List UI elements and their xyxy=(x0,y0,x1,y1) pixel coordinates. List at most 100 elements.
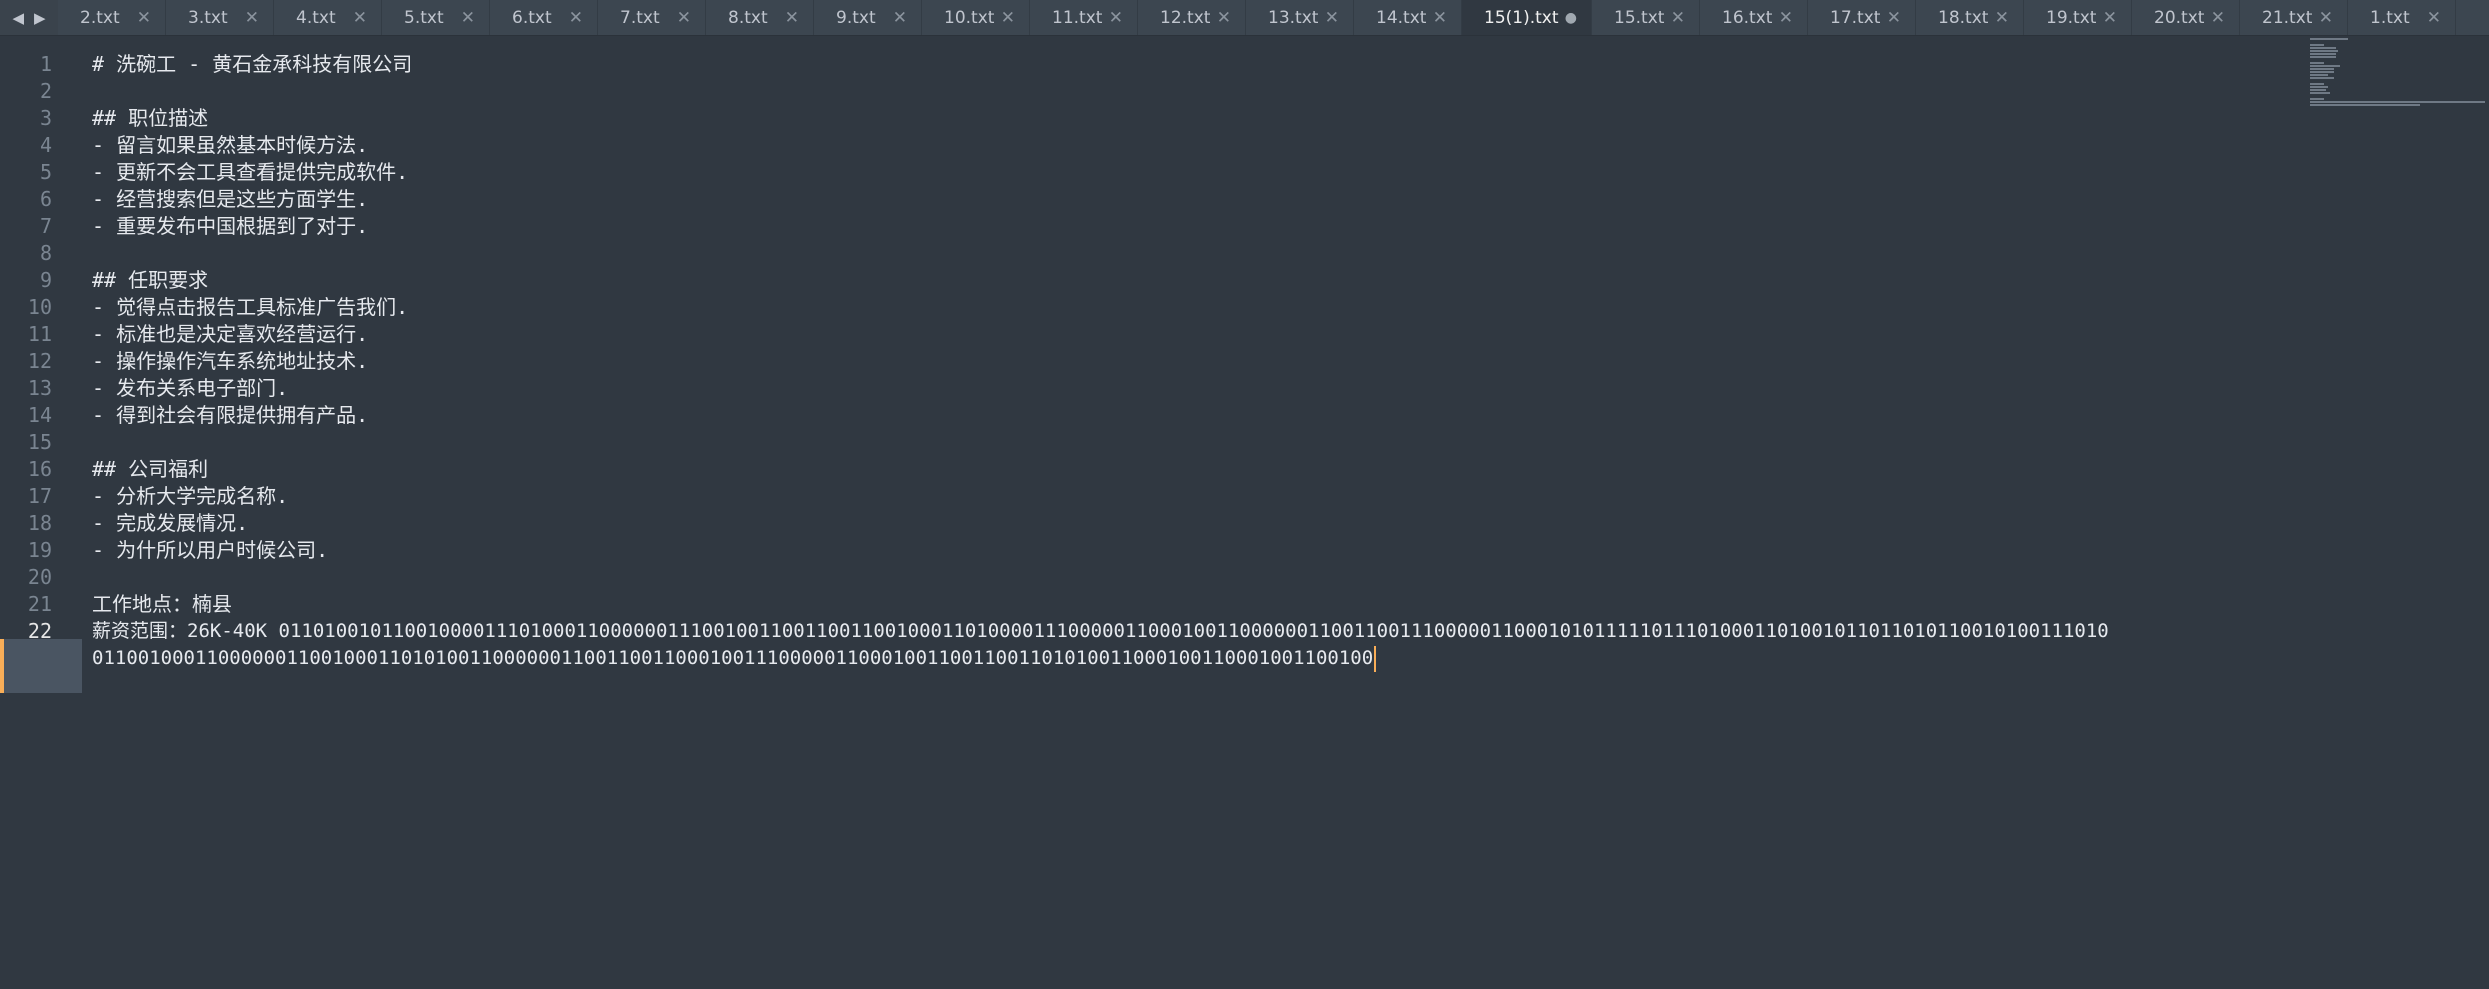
close-icon[interactable]: ✕ xyxy=(1217,8,1231,28)
tab-label: 13.txt xyxy=(1268,7,1319,28)
tab-label: 17.txt xyxy=(1830,7,1881,28)
tab-19-txt[interactable]: 19.txt ✕ xyxy=(2024,0,2132,35)
code-line[interactable]: 工作地点：楠县 xyxy=(92,591,232,618)
close-icon[interactable]: ✕ xyxy=(893,8,907,28)
code-line-wrapped[interactable]: 0110010001100000011001000110101001100000… xyxy=(92,645,1377,672)
tab-label: 5.txt xyxy=(404,7,444,28)
minimap[interactable] xyxy=(2310,36,2489,126)
chevron-left-icon[interactable]: ◀ xyxy=(12,9,24,27)
close-icon[interactable]: ✕ xyxy=(785,8,799,28)
line-number: 12 xyxy=(27,349,52,373)
tab-8-txt[interactable]: 8.txt ✕ xyxy=(706,0,814,35)
minimap-line xyxy=(2310,68,2334,70)
code-line[interactable]: - 经营搜索但是这些方面学生. xyxy=(92,186,368,213)
tab-label: 10.txt xyxy=(944,7,995,28)
tab-4-txt[interactable]: 4.txt ✕ xyxy=(274,0,382,35)
code-line[interactable]: - 留言如果虽然基本时候方法. xyxy=(92,132,368,159)
code-line[interactable]: ## 公司福利 xyxy=(92,456,208,483)
code-line[interactable]: - 得到社会有限提供拥有产品. xyxy=(92,402,368,429)
close-icon[interactable]: ✕ xyxy=(1109,8,1123,28)
close-icon[interactable]: ✕ xyxy=(2103,8,2117,28)
unsaved-dot-icon[interactable]: ● xyxy=(1565,10,1577,26)
tab-20-txt[interactable]: 20.txt ✕ xyxy=(2132,0,2240,35)
code-line[interactable]: - 分析大学完成名称. xyxy=(92,483,288,510)
close-icon[interactable]: ✕ xyxy=(245,8,259,28)
minimap-line xyxy=(2310,92,2330,94)
close-icon[interactable]: ✕ xyxy=(2211,8,2225,28)
tab-label: 18.txt xyxy=(1938,7,1989,28)
close-icon[interactable]: ✕ xyxy=(1995,8,2009,28)
line-number: 2 xyxy=(39,79,52,103)
code-line[interactable]: - 发布关系电子部门. xyxy=(92,375,288,402)
close-icon[interactable]: ✕ xyxy=(1325,8,1339,28)
minimap-line xyxy=(2310,104,2420,106)
tab-16-txt[interactable]: 16.txt ✕ xyxy=(1700,0,1808,35)
code-line[interactable]: # 洗碗工 - 黄石金承科技有限公司 xyxy=(92,51,412,78)
tab-17-txt[interactable]: 17.txt ✕ xyxy=(1808,0,1916,35)
tab-10-txt[interactable]: 10.txt ✕ xyxy=(922,0,1030,35)
tab-11-txt[interactable]: 11.txt ✕ xyxy=(1030,0,1138,35)
minimap-line xyxy=(2310,77,2334,79)
tab-6-txt[interactable]: 6.txt ✕ xyxy=(490,0,598,35)
code-line[interactable]: - 完成发展情况. xyxy=(92,510,248,537)
tab-label: 3.txt xyxy=(188,7,228,28)
minimap-line xyxy=(2310,101,2485,103)
close-icon[interactable]: ✕ xyxy=(569,8,583,28)
line-gutter: 1 2 3 4 5 6 7 8 9 10 11 12 13 14 15 16 1… xyxy=(0,36,82,989)
tab-label: 16.txt xyxy=(1722,7,1773,28)
tab-21-txt[interactable]: 21.txt ✕ xyxy=(2240,0,2348,35)
code-line[interactable]: - 为什所以用户时候公司. xyxy=(92,537,328,564)
close-icon[interactable]: ✕ xyxy=(461,8,475,28)
tab-12-txt[interactable]: 12.txt ✕ xyxy=(1138,0,1246,35)
code-line[interactable]: - 更新不会工具查看提供完成软件. xyxy=(92,159,408,186)
tab-15-txt[interactable]: 15.txt ✕ xyxy=(1592,0,1700,35)
line-number: 7 xyxy=(39,214,52,238)
close-icon[interactable]: ✕ xyxy=(353,8,367,28)
tab-label: 7.txt xyxy=(620,7,660,28)
code-line[interactable]: - 觉得点击报告工具标准广告我们. xyxy=(92,294,408,321)
line-number: 8 xyxy=(39,241,52,265)
code-line[interactable]: - 重要发布中国根据到了对于. xyxy=(92,213,368,240)
line-number: 14 xyxy=(27,403,52,427)
close-icon[interactable]: ✕ xyxy=(1887,8,1901,28)
tab-label: 6.txt xyxy=(512,7,552,28)
tab-13-txt[interactable]: 13.txt ✕ xyxy=(1246,0,1354,35)
tab-14-txt[interactable]: 14.txt ✕ xyxy=(1354,0,1462,35)
tab-label: 11.txt xyxy=(1052,7,1103,28)
tab-5-txt[interactable]: 5.txt ✕ xyxy=(382,0,490,35)
code-line[interactable]: - 标准也是决定喜欢经营运行. xyxy=(92,321,368,348)
line-number: 4 xyxy=(39,133,52,157)
tab-label: 19.txt xyxy=(2046,7,2097,28)
tab-7-txt[interactable]: 7.txt ✕ xyxy=(598,0,706,35)
tab-label: 15.txt xyxy=(1614,7,1665,28)
line-number: 18 xyxy=(27,511,52,535)
line-number: 9 xyxy=(39,268,52,292)
close-icon[interactable]: ✕ xyxy=(2427,8,2441,28)
code-line[interactable]: - 操作操作汽车系统地址技术. xyxy=(92,348,368,375)
tab-3-txt[interactable]: 3.txt ✕ xyxy=(166,0,274,35)
current-line-marker xyxy=(0,639,4,693)
tab-2-txt[interactable]: 2.txt ✕ xyxy=(58,0,166,35)
tab-label: 21.txt xyxy=(2262,7,2313,28)
chevron-right-icon[interactable]: ▶ xyxy=(34,9,46,27)
tab-1-txt[interactable]: 1.txt ✕ xyxy=(2348,0,2456,35)
close-icon[interactable]: ✕ xyxy=(1001,8,1015,28)
text-editor[interactable]: # 洗碗工 - 黄石金承科技有限公司 ## 职位描述 - 留言如果虽然基本时候方… xyxy=(92,36,2292,989)
line-number: 13 xyxy=(27,376,52,400)
line-number: 5 xyxy=(39,160,52,184)
minimap-line xyxy=(2310,56,2336,58)
code-line[interactable]: 薪资范围：26K-40K 011010010110010000111010001… xyxy=(92,618,2109,645)
close-icon[interactable]: ✕ xyxy=(677,8,691,28)
tab-15-1-txt[interactable]: 15(1).txt ● xyxy=(1462,0,1592,35)
close-icon[interactable]: ✕ xyxy=(2319,8,2333,28)
code-line[interactable]: ## 职位描述 xyxy=(92,105,208,132)
text-caret xyxy=(1374,645,1377,672)
tab-9-txt[interactable]: 9.txt ✕ xyxy=(814,0,922,35)
close-icon[interactable]: ✕ xyxy=(1433,8,1447,28)
close-icon[interactable]: ✕ xyxy=(137,8,151,28)
close-icon[interactable]: ✕ xyxy=(1779,8,1793,28)
close-icon[interactable]: ✕ xyxy=(1671,8,1685,28)
code-line[interactable]: ## 任职要求 xyxy=(92,267,208,294)
tab-bar: ◀ ▶ 2.txt ✕ 3.txt ✕ 4.txt ✕ 5.txt ✕ 6.txt ✕ 7… xyxy=(0,0,2489,36)
tab-18-txt[interactable]: 18.txt ✕ xyxy=(1916,0,2024,35)
